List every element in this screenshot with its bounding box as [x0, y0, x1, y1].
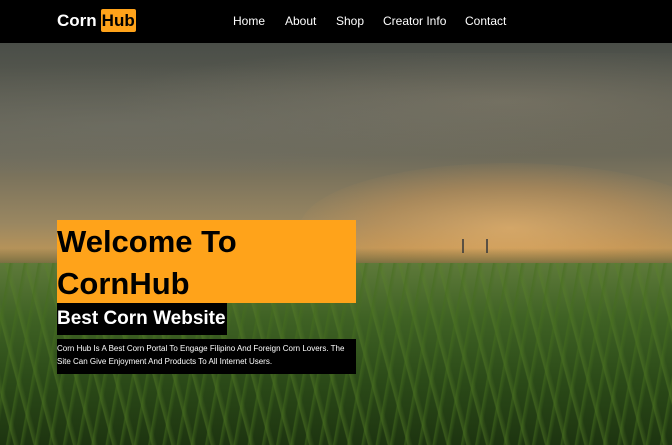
- nav-link-home[interactable]: Home: [233, 12, 265, 30]
- hero-description-box: Corn Hub Is A Best Corn Portal To Engage…: [57, 339, 356, 374]
- hero-clouds: [0, 53, 672, 173]
- hero-description: Corn Hub Is A Best Corn Portal To Engage…: [57, 344, 345, 366]
- hero-subtitle-box: Best Corn Website: [57, 303, 227, 335]
- hero-subtitle: Best Corn Website: [57, 308, 226, 329]
- logo-text-hub: Hub: [100, 9, 136, 32]
- site-logo[interactable]: Corn Hub: [57, 9, 136, 32]
- power-pylon: [486, 239, 488, 253]
- nav-link-about[interactable]: About: [285, 12, 316, 30]
- logo-text-corn: Corn: [57, 10, 97, 30]
- nav-link-contact[interactable]: Contact: [465, 12, 506, 30]
- hero-title-box: Welcome To CornHub: [57, 220, 356, 303]
- nav-link-creator-info[interactable]: Creator Info: [383, 12, 446, 30]
- nav-link-shop[interactable]: Shop: [336, 12, 364, 30]
- power-pylon: [462, 239, 464, 253]
- hero-title: Welcome To CornHub: [57, 224, 237, 301]
- navbar: Corn Hub Home About Shop Creator Info Co…: [0, 0, 672, 43]
